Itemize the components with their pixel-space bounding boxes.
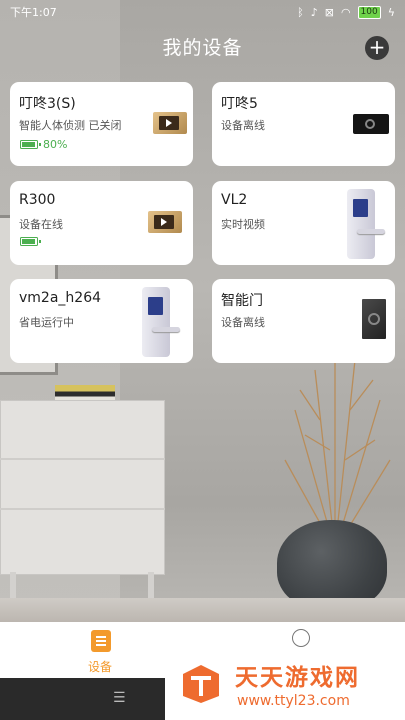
device-card[interactable]: 智能门 设备离线 [212, 279, 395, 363]
device-status: 智能人体侦测 已关闭 [19, 119, 122, 132]
doorbell-image [153, 112, 187, 134]
device-card[interactable]: R300 设备在线 [10, 181, 193, 265]
battery-indicator [20, 237, 41, 246]
page-title: 我的设备 [162, 37, 243, 59]
watermark-logo-icon [183, 665, 219, 703]
smart-lock-image [347, 189, 385, 259]
device-card[interactable]: 叮咚3(S) 智能人体侦测 已关闭 80% [10, 82, 193, 166]
bluetooth-icon: ᛒ [297, 5, 304, 19]
device-status: 设备离线 [221, 316, 265, 329]
watermark-title: 天天游戏网 [235, 665, 360, 691]
doorbell-image [148, 211, 182, 233]
watermark: 天天游戏网 www.ttyl23.com [165, 650, 405, 720]
device-name: 智能门 [221, 293, 263, 309]
drawer-line [0, 508, 165, 510]
wifi-icon: ◠ [340, 5, 351, 19]
device-name: R300 [19, 192, 56, 208]
watermark-url: www.ttyl23.com [237, 693, 350, 709]
device-status: 设备离线 [221, 119, 265, 132]
device-name: 叮咚3(S) [19, 96, 76, 112]
battery-icon [20, 140, 41, 149]
dried-plant [284, 350, 391, 550]
device-name: 叮咚5 [221, 96, 258, 112]
plus-icon: + [368, 35, 386, 59]
cabinet [0, 400, 165, 575]
device-name: vm2a_h264 [19, 290, 102, 306]
device-name: VL2 [221, 192, 248, 208]
drawer-line [0, 458, 165, 460]
charging-icon: ϟ [387, 5, 395, 19]
battery-level: 80% [43, 138, 68, 151]
battery-icon: 100 [357, 5, 381, 19]
mute-icon: ♪ [310, 5, 318, 19]
doorbell-image [353, 114, 389, 134]
device-card[interactable]: vm2a_h264 省电运行中 [10, 279, 193, 363]
battery-icon [20, 237, 41, 246]
device-status: 实时视频 [221, 218, 265, 231]
device-card[interactable]: 叮咚5 设备离线 [212, 82, 395, 166]
smart-gate-image [362, 299, 386, 339]
device-status: 省电运行中 [19, 316, 74, 329]
add-device-button[interactable]: + [365, 36, 389, 60]
vase [277, 520, 387, 610]
profile-icon [292, 629, 310, 647]
status-bar: 下午1:07 ᛒ ♪ ⊠ ◠ 100 ϟ [0, 0, 405, 24]
devices-icon [91, 630, 111, 652]
status-time: 下午1:07 [10, 6, 57, 19]
menu-icon[interactable]: ☰ [113, 690, 126, 706]
device-status: 设备在线 [19, 218, 63, 231]
battery-indicator: 80% [20, 138, 67, 151]
sim-icon: ⊠ [324, 5, 334, 19]
device-card[interactable]: VL2 实时视频 [212, 181, 395, 265]
smart-lock-image [142, 287, 180, 357]
page-header: 我的设备 + [0, 30, 405, 66]
status-icons: ᛒ ♪ ⊠ ◠ 100 ϟ [297, 5, 395, 19]
